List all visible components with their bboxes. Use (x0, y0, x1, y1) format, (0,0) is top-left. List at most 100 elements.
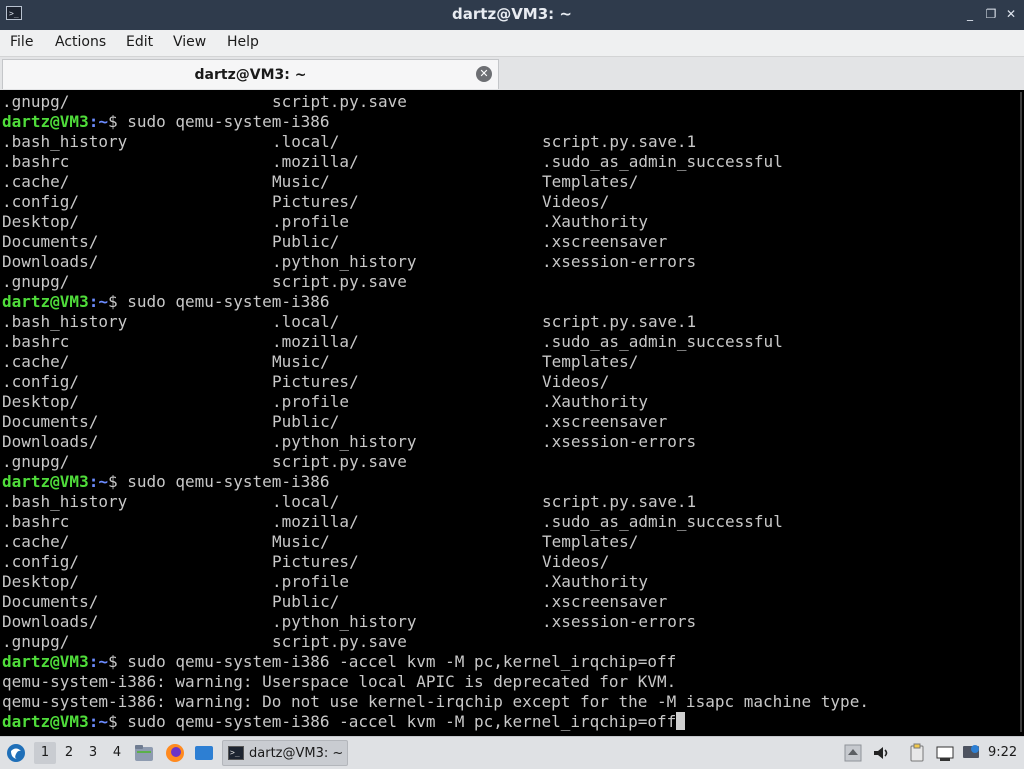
listing-entry: script.py.save (272, 452, 407, 471)
listing-entry: .python_history (272, 432, 417, 451)
clipboard-icon[interactable] (906, 742, 928, 764)
prompt-path: :~ (88, 472, 108, 491)
listing-entry: .cache/ (2, 172, 70, 191)
prompt-command: $ sudo qemu-system-i386 (107, 292, 330, 311)
listing-entry: Documents/ (2, 412, 99, 431)
listing-entry: .xsession-errors (542, 432, 697, 451)
listing-entry: Videos/ (542, 552, 610, 571)
menu-actions[interactable]: Actions (55, 34, 106, 50)
terminal-prompt-line: dartz@VM3:~$ sudo qemu-system-i386 (2, 472, 330, 492)
listing-entry: .xscreensaver (542, 412, 668, 431)
listing-entry: .bash_history (2, 492, 128, 511)
tab-close-icon[interactable]: ✕ (476, 66, 492, 82)
listing-entry: .xsession-errors (542, 252, 697, 271)
clock[interactable]: 9:22 (988, 745, 1017, 760)
listing-entry: Videos/ (542, 372, 610, 391)
listing-entry: Music/ (272, 532, 330, 551)
terminal-output-line: qemu-system-i386: warning: Userspace loc… (2, 672, 677, 691)
listing-entry: script.py.save.1 (542, 132, 697, 151)
listing-entry: .profile (272, 212, 350, 231)
prompt-user: dartz@VM3 (2, 712, 89, 731)
prompt-command: $ sudo qemu-system-i386 (107, 112, 330, 131)
file-manager-icon[interactable] (133, 742, 155, 764)
listing-entry: Desktop/ (2, 212, 80, 231)
listing-entry: .sudo_as_admin_successful (542, 512, 783, 531)
listing-entry: Documents/ (2, 232, 99, 251)
firefox-icon[interactable] (164, 742, 186, 764)
listing-entry: script.py.save (272, 92, 407, 111)
terminal-prompt-line: dartz@VM3:~$ sudo qemu-system-i386 -acce… (2, 652, 676, 672)
listing-entry: Downloads/ (2, 612, 99, 631)
terminal-output-line: qemu-system-i386: warning: Do not use ke… (2, 692, 869, 711)
listing-entry: Desktop/ (2, 392, 80, 411)
network-icon[interactable] (934, 742, 956, 764)
listing-entry: .xscreensaver (542, 592, 668, 611)
listing-entry: .Xauthority (542, 572, 648, 591)
workspace-2[interactable]: 2 (58, 742, 80, 764)
listing-entry: script.py.save.1 (542, 312, 697, 331)
menu-bar: File Actions Edit View Help (0, 30, 1024, 57)
close-button[interactable]: ✕ (1004, 7, 1018, 21)
listing-entry: .Xauthority (542, 212, 648, 231)
workspace-4[interactable]: 4 (106, 742, 128, 764)
listing-entry: Videos/ (542, 192, 610, 211)
prompt-user: dartz@VM3 (2, 652, 89, 671)
listing-entry: .gnupg/ (2, 92, 70, 111)
prompt-path: :~ (88, 112, 108, 131)
listing-entry: Templates/ (542, 172, 639, 191)
listing-entry: Music/ (272, 172, 330, 191)
text-cursor (676, 712, 686, 730)
taskbar: 1234 >_ dartz@VM3: ~ 9:22 (0, 736, 1024, 769)
terminal-output[interactable]: .gnupg/script.py.save dartz@VM3:~$ sudo q… (0, 90, 1024, 736)
listing-entry: .bashrc (2, 512, 70, 531)
taskbar-task-terminal[interactable]: >_ dartz@VM3: ~ (222, 740, 348, 766)
tab-terminal[interactable]: dartz@VM3: ~ ✕ (2, 59, 499, 89)
minimize-button[interactable]: _ (963, 7, 977, 21)
listing-entry: .mozilla/ (272, 332, 359, 351)
listing-entry: .bashrc (2, 332, 70, 351)
listing-entry: Downloads/ (2, 432, 99, 451)
listing-entry: script.py.save.1 (542, 492, 697, 511)
terminal-scrollbar[interactable] (1020, 92, 1022, 732)
prompt-user: dartz@VM3 (2, 112, 89, 131)
listing-entry: Templates/ (542, 352, 639, 371)
start-menu-icon[interactable] (5, 742, 27, 764)
listing-entry: Music/ (272, 352, 330, 371)
prompt-user: dartz@VM3 (2, 472, 89, 491)
listing-entry: .sudo_as_admin_successful (542, 332, 783, 351)
prompt-command: $ sudo qemu-system-i386 (107, 472, 330, 491)
listing-entry: Pictures/ (272, 552, 359, 571)
listing-entry: .profile (272, 392, 350, 411)
tab-label: dartz@VM3: ~ (194, 67, 307, 83)
listing-entry: .cache/ (2, 532, 70, 551)
window-titlebar[interactable]: >_ dartz@VM3: ~ _ ❐ ✕ (0, 0, 1024, 30)
workspace-1[interactable]: 1 (34, 742, 56, 764)
menu-view[interactable]: View (173, 34, 206, 50)
listing-entry: .local/ (272, 312, 340, 331)
prompt-command: $ sudo qemu-system-i386 -accel kvm -M pc… (107, 652, 677, 671)
listing-entry: .python_history (272, 252, 417, 271)
menu-help[interactable]: Help (227, 34, 259, 50)
listing-entry: Public/ (272, 232, 340, 251)
terminal-prompt-line: dartz@VM3:~$ sudo qemu-system-i386 -acce… (2, 712, 686, 732)
menu-file[interactable]: File (10, 34, 33, 50)
listing-entry: .gnupg/ (2, 452, 70, 471)
terminal-prompt-line: dartz@VM3:~$ sudo qemu-system-i386 (2, 292, 330, 312)
eject-icon[interactable] (842, 742, 864, 764)
workspace-3[interactable]: 3 (82, 742, 104, 764)
volume-icon[interactable] (870, 742, 892, 764)
show-desktop-icon[interactable] (193, 742, 215, 764)
notification-icon[interactable] (960, 742, 982, 764)
menu-edit[interactable]: Edit (126, 34, 153, 50)
maximize-button[interactable]: ❐ (984, 7, 998, 21)
listing-entry: .profile (272, 572, 350, 591)
prompt-user: dartz@VM3 (2, 292, 89, 311)
listing-entry: .local/ (272, 492, 340, 511)
listing-entry: .python_history (272, 612, 417, 631)
listing-entry: Downloads/ (2, 252, 99, 271)
listing-entry: .mozilla/ (272, 152, 359, 171)
tab-bar: dartz@VM3: ~ ✕ (0, 57, 1024, 90)
listing-entry: Public/ (272, 592, 340, 611)
listing-entry: .local/ (272, 132, 340, 151)
listing-entry: .config/ (2, 192, 80, 211)
